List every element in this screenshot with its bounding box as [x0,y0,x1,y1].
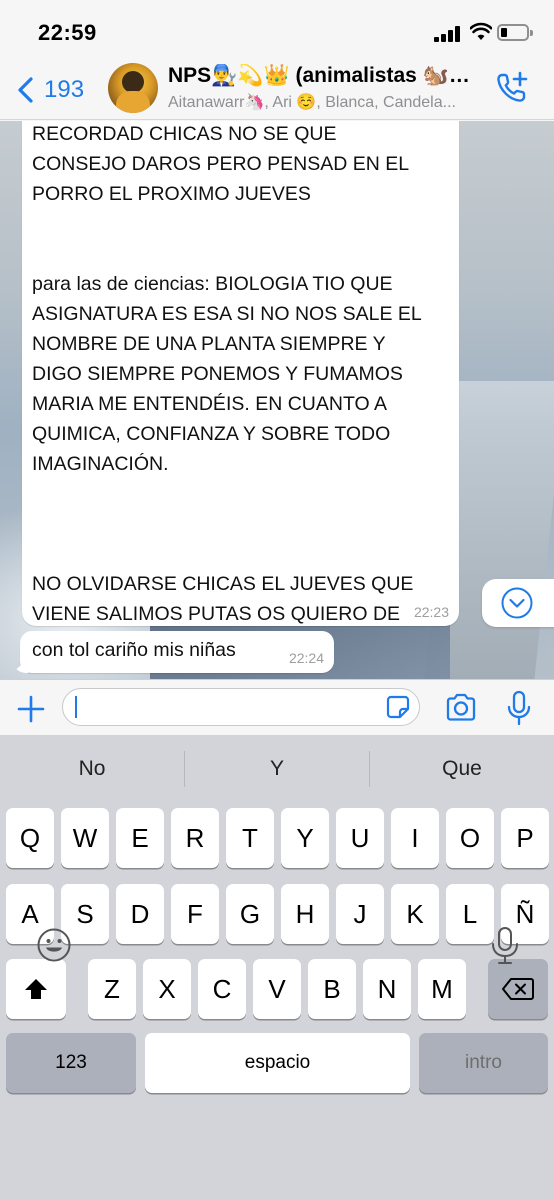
key-w[interactable]: W [61,808,109,868]
chevron-left-icon [18,77,33,103]
backspace-icon [502,978,534,1000]
key-p[interactable]: P [501,808,549,868]
key-n[interactable]: N [363,959,411,1019]
key-g[interactable]: G [226,884,274,944]
chevron-down-circle-icon [501,587,533,619]
emoji-icon[interactable] [36,925,72,965]
key-k[interactable]: K [391,884,439,944]
key-t[interactable]: T [226,808,274,868]
message-input[interactable] [62,688,420,726]
back-button[interactable]: 193 [14,70,84,110]
chat-area[interactable]: RECORDAD CHICAS NO SE QUE CONSEJO DAROS … [0,121,554,679]
message-text: con tol cariño mis niñas [32,639,236,661]
chat-title[interactable]: NPS👨‍🔧💫👑 (animalistas 🐿️… [168,64,488,88]
key-r[interactable]: R [171,808,219,868]
message-input-bar [0,679,554,735]
plus-icon[interactable] [14,692,48,726]
sticker-icon[interactable] [386,695,410,719]
suggestion-2[interactable]: Y [185,757,369,781]
key-b[interactable]: B [308,959,356,1019]
chat-header: 193 NPS👨‍🔧💫👑 (animalistas 🐿️… Aitanawarr… [0,60,554,120]
message-bubble[interactable]: con tol cariño mis niñas 22:24 [12,631,334,673]
wifi-icon [470,22,492,40]
message-text: RECORDAD CHICAS NO SE QUE CONSEJO DAROS … [32,123,422,655]
battery-icon [497,24,533,41]
keyboard: No Y Que Q W E R T Y U I O P A S D F G H… [0,735,554,1200]
key-d[interactable]: D [116,884,164,944]
key-e[interactable]: E [116,808,164,868]
unread-count: 193 [44,76,85,103]
key-v[interactable]: V [253,959,301,1019]
chat-participants[interactable]: Aitanawarr🦄, Ari ☺️, Blanca, Candela... [168,92,478,112]
camera-icon[interactable] [444,692,478,724]
key-j[interactable]: J [336,884,384,944]
key-h[interactable]: H [281,884,329,944]
space-key[interactable]: espacio [145,1033,410,1093]
key-q[interactable]: Q [6,808,54,868]
text-caret [75,696,77,718]
numbers-key[interactable]: 123 [6,1033,136,1093]
cellular-signal-icon [434,26,464,42]
status-time: 22:59 [38,20,97,45]
suggestion-3[interactable]: Que [370,757,554,781]
message-time: 22:23 [413,604,449,620]
add-call-icon[interactable] [494,70,530,106]
shift-key[interactable] [6,959,66,1019]
key-f[interactable]: F [171,884,219,944]
key-u[interactable]: U [336,808,384,868]
message-time: 22:24 [288,650,324,666]
backspace-key[interactable] [488,959,548,1019]
predictive-bar: No Y Que [0,735,554,807]
suggestion-1[interactable]: No [0,757,184,781]
return-key[interactable]: intro [419,1033,548,1093]
key-m[interactable]: M [418,959,466,1019]
key-c[interactable]: C [198,959,246,1019]
status-bar: 22:59 [0,0,554,60]
key-i[interactable]: I [391,808,439,868]
key-x[interactable]: X [143,959,191,1019]
message-bubble[interactable]: RECORDAD CHICAS NO SE QUE CONSEJO DAROS … [22,121,459,655]
key-o[interactable]: O [446,808,494,868]
shift-arrow-icon [25,979,47,999]
key-z[interactable]: Z [88,959,136,1019]
scroll-to-bottom-button[interactable] [482,579,554,627]
key-y[interactable]: Y [281,808,329,868]
dictation-icon[interactable] [487,925,523,965]
group-avatar[interactable] [108,63,158,113]
microphone-icon[interactable] [506,690,532,726]
